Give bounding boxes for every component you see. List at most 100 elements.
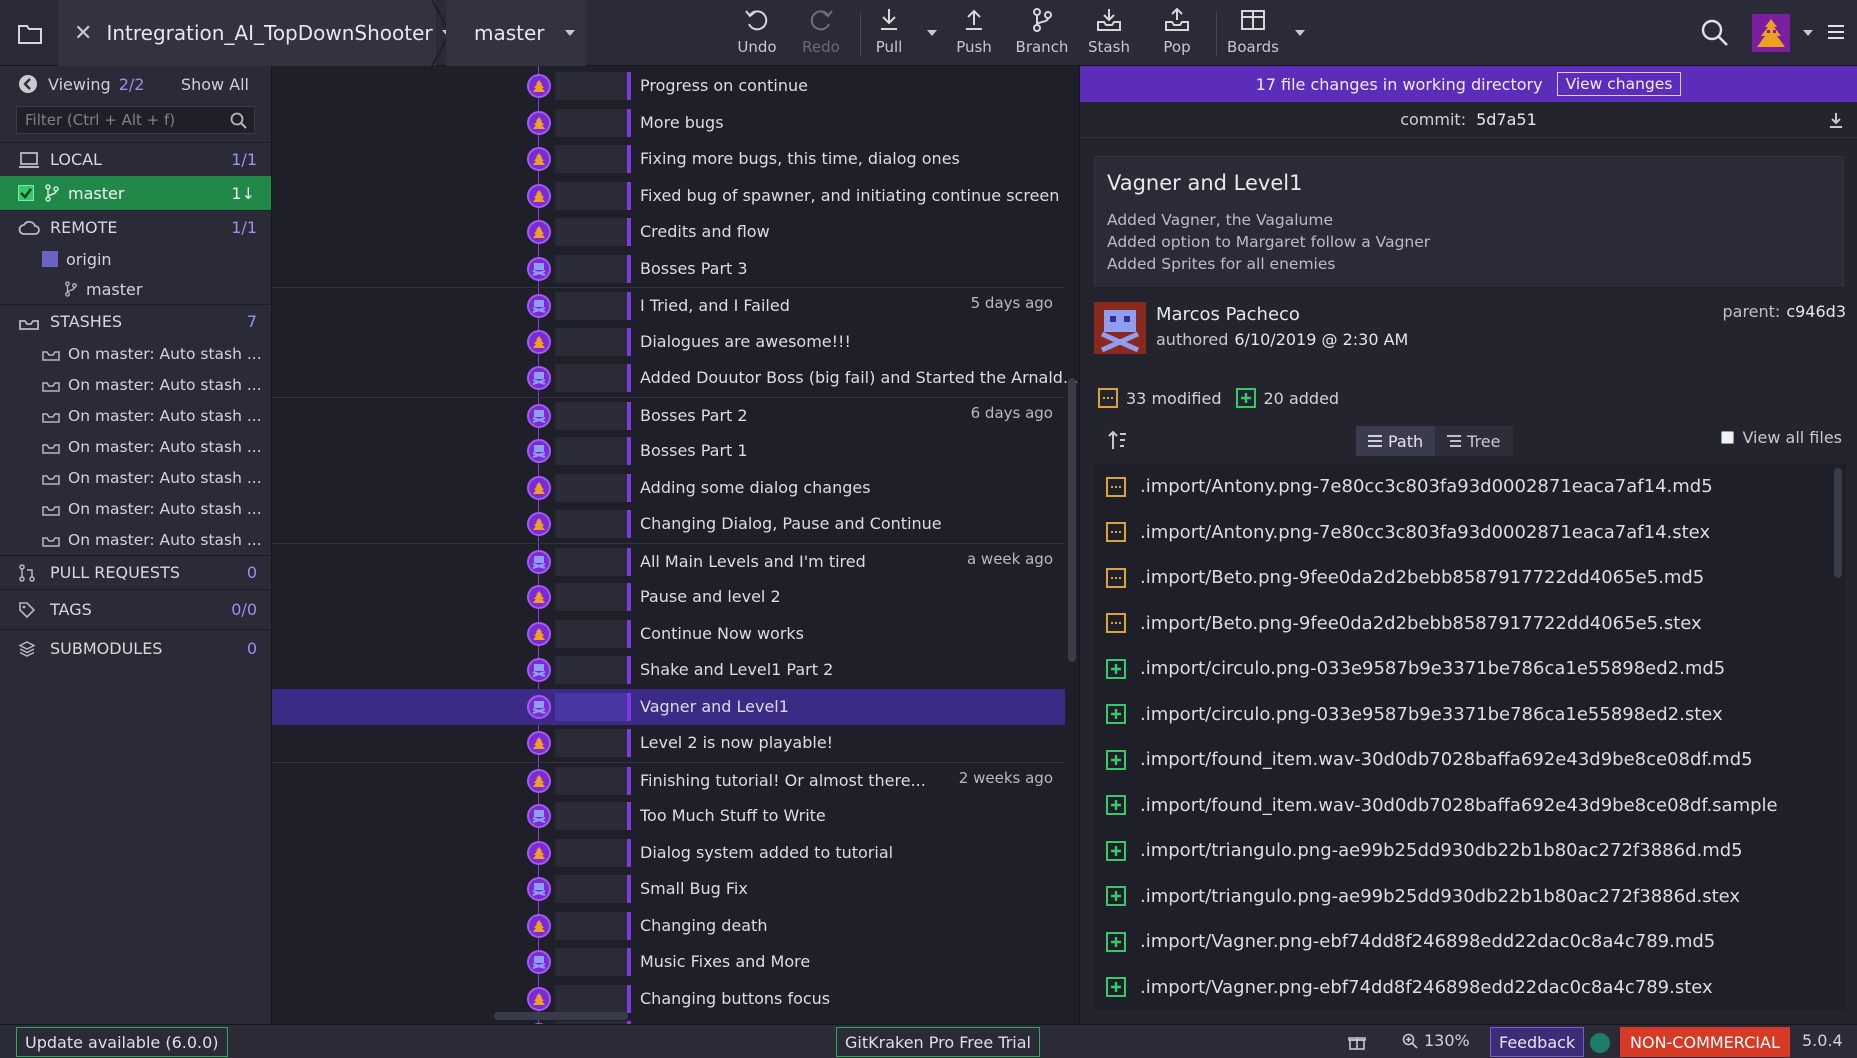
pop-button[interactable]: Pop: [1146, 6, 1208, 60]
remote-origin[interactable]: origin: [0, 244, 271, 274]
section-local[interactable]: LOCAL 1/1: [0, 142, 271, 176]
section-stashes[interactable]: STASHES 7: [0, 304, 271, 338]
commit-avatar-node[interactable]: [527, 475, 551, 500]
files-scrollbar[interactable]: [1834, 468, 1842, 578]
stash-item[interactable]: On master: Auto stash ...: [0, 400, 271, 431]
commit-sha[interactable]: 5d7a51: [1476, 110, 1537, 129]
commit-row[interactable]: Bosses Part 1: [272, 433, 1065, 470]
commit-avatar-node[interactable]: [527, 768, 551, 793]
tree-view-button[interactable]: Tree: [1435, 426, 1512, 456]
feedback-button[interactable]: Feedback: [1490, 1027, 1585, 1057]
boards-button[interactable]: Boards: [1222, 6, 1284, 60]
section-remote[interactable]: REMOTE 1/1: [0, 210, 271, 244]
graph-horizontal-scrollbar[interactable]: [494, 1012, 628, 1020]
stash-item[interactable]: On master: Auto stash ...: [0, 493, 271, 524]
search-icon[interactable]: [1700, 18, 1730, 48]
commit-avatar-node[interactable]: [527, 694, 551, 719]
download-icon[interactable]: [1827, 111, 1845, 129]
commit-row[interactable]: More bugs: [272, 105, 1065, 142]
pull-button[interactable]: Pull: [858, 6, 920, 60]
stash-item[interactable]: On master: Auto stash ...: [0, 369, 271, 400]
commit-avatar-node[interactable]: [527, 74, 551, 98]
user-avatar[interactable]: [1752, 14, 1790, 52]
commit-row[interactable]: Dialogues are awesome!!!: [272, 324, 1065, 361]
section-submodules[interactable]: SUBMODULES 0: [0, 629, 271, 667]
commit-row[interactable]: Fixed bug of spawner, and initiating con…: [272, 178, 1065, 215]
filter-input[interactable]: [17, 107, 254, 133]
remote-branch-master[interactable]: master: [0, 274, 271, 304]
stash-item[interactable]: On master: Auto stash ...: [0, 462, 271, 493]
stash-item[interactable]: On master: Auto stash ...: [0, 431, 271, 462]
commit-row[interactable]: Changing death: [272, 908, 1065, 945]
commit-avatar-node[interactable]: [527, 403, 551, 428]
commit-avatar-node[interactable]: [527, 585, 551, 609]
commit-avatar-node[interactable]: [527, 658, 551, 682]
file-row[interactable]: .import/Antony.png-7e80cc3c803fa93d00028…: [1094, 464, 1846, 510]
file-row[interactable]: .import/triangulo.png-ae99b25dd930db22b1…: [1094, 874, 1846, 920]
file-row[interactable]: .import/found_item.wav-30d0db7028baffa69…: [1094, 783, 1846, 829]
commit-row[interactable]: Level 2 is now playable!: [272, 725, 1065, 762]
stash-item[interactable]: On master: Auto stash ...: [0, 338, 271, 369]
folder-icon[interactable]: [10, 14, 50, 54]
commit-message-box[interactable]: Vagner and Level1 Added Vagner, the Vaga…: [1094, 156, 1844, 286]
commit-avatar-node[interactable]: [527, 110, 551, 135]
file-row[interactable]: .import/circulo.png-033e9587b9e3371be786…: [1094, 646, 1846, 692]
pro-trial-button[interactable]: GitKraken Pro Free Trial: [836, 1027, 1040, 1057]
commit-row[interactable]: Small Bug Fix: [272, 871, 1065, 908]
parent-sha[interactable]: c946d3: [1786, 302, 1846, 321]
commit-row[interactable]: All Main Levels and I'm tired a week ago: [272, 542, 1065, 580]
commit-row[interactable]: Added Douutor Boss (big fail) and Starte…: [272, 360, 1078, 397]
commit-row[interactable]: Changin Title Screen: [272, 1017, 1065, 1024]
commit-avatar-node[interactable]: [527, 294, 551, 318]
file-row[interactable]: .import/Vagner.png-ebf74dd8f246898edd22d…: [1094, 919, 1846, 965]
commit-avatar-node[interactable]: [527, 183, 551, 208]
graph-scrollbar[interactable]: [1068, 378, 1076, 662]
path-view-button[interactable]: Path: [1356, 426, 1436, 456]
zoom-control[interactable]: 130%: [1402, 1031, 1470, 1050]
commit-row[interactable]: Continue Now works: [272, 616, 1065, 653]
repo-tab[interactable]: ✕ Intregration_AI_TopDownShooter: [58, 0, 452, 66]
show-all-link[interactable]: Show All: [181, 75, 249, 94]
close-icon[interactable]: ✕: [74, 21, 92, 46]
commit-row[interactable]: Music Fixes and More: [272, 944, 1065, 981]
commit-row[interactable]: Bosses Part 3: [272, 251, 1065, 288]
commit-avatar-node[interactable]: [527, 621, 551, 646]
commit-avatar-node[interactable]: [527, 950, 551, 974]
commit-avatar-node[interactable]: [527, 840, 551, 865]
commit-row[interactable]: Changing buttons focus: [272, 981, 1065, 1018]
stash-item[interactable]: On master: Auto stash ...: [0, 524, 271, 555]
commit-avatar-node[interactable]: [527, 804, 551, 828]
commit-row[interactable]: Credits and flow: [272, 214, 1065, 251]
back-circle-icon[interactable]: [18, 74, 38, 94]
file-row[interactable]: .import/Antony.png-7e80cc3c803fa93d00028…: [1094, 510, 1846, 556]
commit-avatar-node[interactable]: [527, 256, 551, 281]
commit-row[interactable]: Bosses Part 2 6 days ago: [272, 396, 1065, 434]
commit-avatar-node[interactable]: [527, 366, 551, 390]
section-tags[interactable]: TAGS 0/0: [0, 589, 271, 629]
commit-avatar-node[interactable]: [527, 877, 551, 901]
commit-row[interactable]: Finishing tutorial! Or almost there... 2 …: [272, 761, 1065, 799]
file-row[interactable]: .import/circulo.png-033e9587b9e3371be786…: [1094, 692, 1846, 738]
commit-row[interactable]: Changing Dialog, Pause and Continue: [272, 506, 1065, 543]
gift-icon[interactable]: [1348, 1033, 1366, 1051]
file-row[interactable]: .import/triangulo.png-ae99b25dd930db22b1…: [1094, 828, 1846, 874]
view-all-files-toggle[interactable]: View all files: [1721, 428, 1842, 447]
commit-row[interactable]: I Tried, and I Failed 5 days ago: [272, 287, 1065, 324]
commit-row[interactable]: Pause and level 2: [272, 579, 1065, 616]
license-badge[interactable]: NON-COMMERCIAL: [1620, 1027, 1790, 1057]
commit-avatar-node[interactable]: [527, 147, 551, 171]
file-row[interactable]: .import/Beto.png-9fee0da2d2bebb858791772…: [1094, 601, 1846, 647]
section-pull-requests[interactable]: PULL REQUESTS 0: [0, 555, 271, 589]
branch-selector[interactable]: master: [446, 0, 586, 66]
commit-avatar-node[interactable]: [527, 986, 551, 1011]
local-branch-master[interactable]: master 1↓: [0, 176, 271, 210]
redo-button[interactable]: Redo: [790, 6, 852, 60]
commit-row[interactable]: Vagner and Level1: [272, 688, 1065, 725]
sort-icon[interactable]: [1108, 430, 1128, 452]
branch-button[interactable]: Branch: [1011, 6, 1073, 60]
push-button[interactable]: Push: [943, 6, 1005, 60]
commit-avatar-node[interactable]: [527, 329, 551, 354]
commit-avatar-node[interactable]: [527, 439, 551, 463]
view-changes-button[interactable]: View changes: [1556, 72, 1682, 96]
commit-row[interactable]: Dialog system added to tutorial: [272, 835, 1065, 872]
